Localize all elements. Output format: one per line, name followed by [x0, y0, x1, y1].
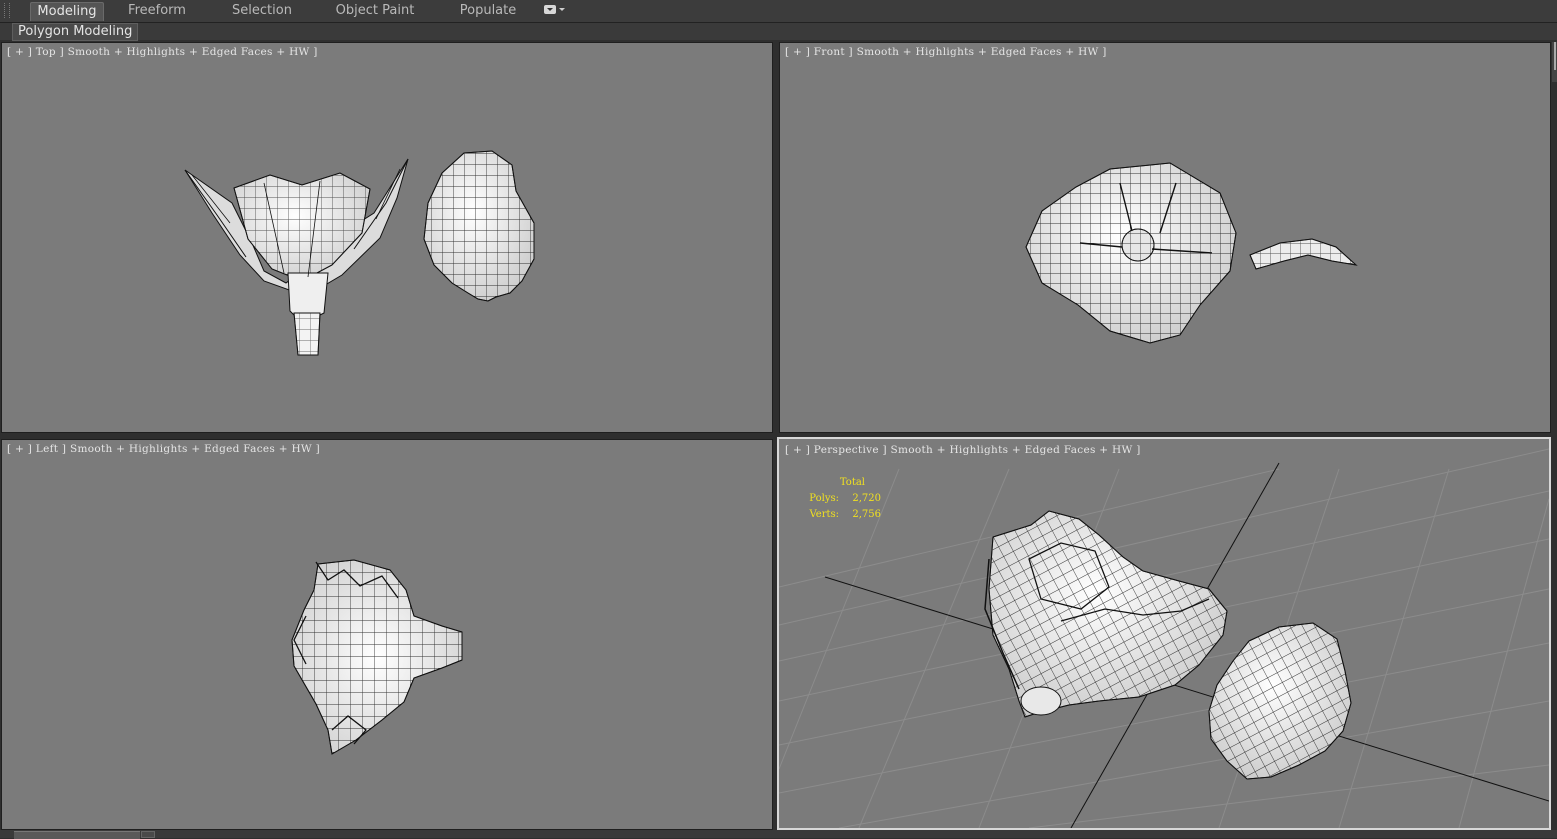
viewport-label-front[interactable]: [ + ] Front ] Smooth + Highlights + Edge…	[785, 46, 1107, 58]
stats-verts-label: Verts:	[809, 509, 839, 520]
stats-total-label: Total	[839, 477, 865, 488]
stats-polys-label: Polys:	[809, 493, 839, 504]
ribbon-grip-handle[interactable]	[4, 3, 10, 18]
right-panel-edge[interactable]	[1552, 42, 1557, 82]
polygon-modeling-panel-button[interactable]: Polygon Modeling	[12, 23, 139, 41]
viewport-label-top[interactable]: [ + ] Top ] Smooth + Highlights + Edged …	[7, 46, 318, 58]
viewport-left[interactable]: [ + ] Left ] Smooth + Highlights + Edged…	[1, 439, 773, 830]
dropdown-menu-icon[interactable]	[542, 4, 565, 18]
tab-populate[interactable]: Populate	[452, 2, 524, 20]
viewport-top[interactable]: [ + ] Top ] Smooth + Highlights + Edged …	[1, 42, 773, 433]
ribbon-panel-row: Polygon Modeling	[0, 23, 1557, 41]
perspective-view-mesh	[779, 448, 1549, 828]
viewport-perspective[interactable]: [ + ] Perspective ] Smooth + Highlights …	[777, 437, 1551, 830]
time-slider-bar	[0, 830, 1557, 838]
ribbon-tab-bar: Modeling Freeform Selection Object Paint…	[0, 0, 1557, 23]
tab-freeform[interactable]: Freeform	[120, 2, 194, 20]
tab-object-paint[interactable]: Object Paint	[332, 2, 418, 20]
tab-selection[interactable]: Selection	[224, 2, 300, 20]
stats-verts-value: 2,756	[852, 509, 881, 520]
left-view-mesh	[291, 559, 463, 755]
time-slider-next-button[interactable]	[141, 831, 155, 838]
front-view-mesh	[1025, 162, 1358, 344]
viewport-label-perspective[interactable]: [ + ] Perspective ] Smooth + Highlights …	[785, 444, 1141, 456]
stats-polys-value: 2,720	[852, 493, 881, 504]
top-view-mesh	[184, 150, 535, 356]
viewport-front[interactable]: [ + ] Front ] Smooth + Highlights + Edge…	[779, 42, 1551, 433]
tab-modeling[interactable]: Modeling	[30, 2, 104, 21]
viewport-label-left[interactable]: [ + ] Left ] Smooth + Highlights + Edged…	[7, 443, 320, 455]
polygon-stats-overlay: Total Polys: 2,720 Verts: 2,756	[795, 475, 881, 523]
